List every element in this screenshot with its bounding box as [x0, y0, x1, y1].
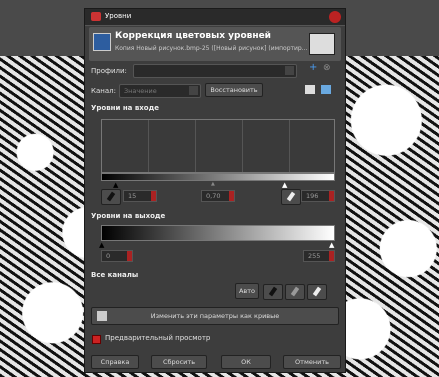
- gray-point-picker-all[interactable]: [285, 284, 305, 300]
- ok-button[interactable]: ОК: [221, 355, 271, 369]
- chevron-down-icon: [285, 66, 294, 75]
- chevron-down-icon: [189, 86, 198, 95]
- reset-button[interactable]: Сбросить: [151, 355, 207, 369]
- edit-as-curves-button[interactable]: Изменить эти параметры как кривые: [91, 307, 339, 325]
- histogram: [101, 119, 335, 173]
- input-high-handle[interactable]: ▲: [282, 181, 287, 189]
- output-high-handle[interactable]: ▲: [329, 241, 334, 249]
- log-histogram-icon[interactable]: [321, 85, 331, 94]
- app-icon: [91, 12, 101, 21]
- linear-histogram-icon[interactable]: [305, 85, 315, 94]
- white-point-picker-all[interactable]: [307, 284, 327, 300]
- input-low-spin[interactable]: 15: [123, 190, 157, 202]
- black-point-picker[interactable]: [101, 189, 121, 205]
- input-gradient: [101, 173, 335, 181]
- dialog-header: Коррекция цветовых уровней Копия Новый р…: [89, 27, 341, 61]
- output-low-spin[interactable]: 0: [101, 250, 133, 262]
- levels-dialog: Уровни Коррекция цветовых уровней Копия …: [84, 8, 346, 373]
- cancel-button[interactable]: Отменить: [283, 355, 341, 369]
- output-low-handle[interactable]: ▲: [99, 241, 104, 249]
- header-subtitle: Копия Новый рисунок.bmp-25 ([Новый рисун…: [115, 45, 308, 52]
- auto-button[interactable]: Авто: [235, 283, 259, 299]
- profile-label: Профили:: [91, 67, 127, 75]
- input-levels-label: Уровни на входе: [91, 104, 159, 112]
- output-gradient: [101, 225, 335, 241]
- eyedropper-icon: [312, 286, 322, 297]
- dialog-titlebar: Уровни: [85, 9, 345, 26]
- levels-icon: [93, 33, 111, 51]
- close-icon[interactable]: [329, 11, 341, 23]
- white-point-picker[interactable]: [281, 189, 301, 205]
- reset-channel-button[interactable]: Восстановить: [205, 83, 263, 97]
- profile-combo[interactable]: [133, 64, 297, 78]
- preview-label: Предварительный просмотр: [105, 334, 211, 342]
- eyedropper-icon: [106, 191, 116, 202]
- output-high-spin[interactable]: 255: [303, 250, 335, 262]
- black-point-picker-all[interactable]: [263, 284, 283, 300]
- input-low-handle[interactable]: ▲: [113, 181, 118, 189]
- input-gamma-spin[interactable]: 0,70: [201, 190, 235, 202]
- help-button[interactable]: Справка: [91, 355, 139, 369]
- all-channels-label: Все каналы: [91, 271, 139, 279]
- preview-checkbox[interactable]: [92, 335, 101, 344]
- curves-icon: [97, 311, 107, 321]
- add-icon[interactable]: +: [309, 62, 317, 73]
- input-gamma-handle[interactable]: ▲: [211, 181, 215, 187]
- delete-icon[interactable]: ⊗: [323, 63, 331, 73]
- eyedropper-icon: [286, 191, 296, 202]
- channel-label: Канал:: [91, 87, 116, 95]
- image-thumbnail: [309, 33, 335, 55]
- channel-combo[interactable]: Значение: [119, 84, 201, 98]
- channel-value: Значение: [124, 87, 157, 95]
- eyedropper-icon: [268, 286, 278, 297]
- header-title: Коррекция цветовых уровней: [115, 31, 271, 41]
- input-high-spin[interactable]: 196: [301, 190, 335, 202]
- output-levels-label: Уровни на выходе: [91, 212, 166, 220]
- dialog-window-title: Уровни: [105, 12, 132, 20]
- eyedropper-icon: [290, 286, 300, 297]
